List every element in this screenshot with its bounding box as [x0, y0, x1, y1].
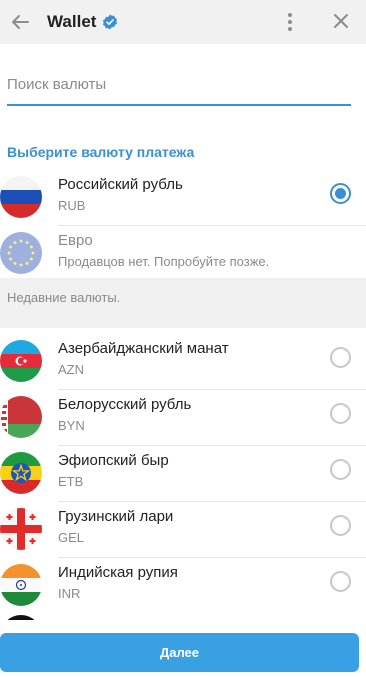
- recent-section-header: Недавние валюты.: [0, 278, 366, 328]
- radio-unselected[interactable]: [330, 571, 351, 592]
- currency-unavailable-note: Продавцов нет. Попробуйте позже.: [58, 254, 270, 269]
- search-field: [7, 72, 351, 106]
- section-title: Выберите валюту платежа: [7, 144, 195, 160]
- search-input[interactable]: [7, 72, 351, 97]
- currency-name: Белорусский рубль: [58, 396, 192, 413]
- radio-unselected[interactable]: [330, 459, 351, 480]
- india-flag-icon: [0, 564, 42, 606]
- currency-code: ETB: [58, 474, 84, 489]
- radio-unselected[interactable]: [330, 403, 351, 424]
- ethiopia-flag-icon: [0, 452, 42, 494]
- title-group: Wallet: [47, 10, 118, 34]
- more-vertical-icon: [288, 13, 292, 31]
- currency-row-byn[interactable]: Белорусский рубль BYN: [0, 390, 366, 446]
- app-header: Wallet: [0, 0, 366, 44]
- currency-name: Евро: [58, 232, 93, 249]
- currency-code: BYN: [58, 418, 85, 433]
- close-button[interactable]: [328, 8, 354, 34]
- azerbaijan-flag-icon: [0, 340, 42, 382]
- currency-name: Азербайджанский манат: [58, 340, 229, 357]
- russia-flag-icon: [0, 176, 42, 218]
- currency-row-rub[interactable]: Российский рубль RUB: [0, 170, 366, 226]
- belarus-flag-icon: [0, 396, 42, 438]
- currency-code: RUB: [58, 198, 86, 213]
- currency-code: GEL: [58, 530, 85, 545]
- currency-row-gel[interactable]: Грузинский лари GEL: [0, 502, 366, 558]
- currency-code: AZN: [58, 362, 84, 377]
- more-menu-button[interactable]: [278, 8, 302, 36]
- verified-badge-icon: [103, 14, 118, 30]
- currency-code: INR: [58, 586, 81, 601]
- back-button[interactable]: [6, 8, 34, 36]
- arrow-left-icon: [12, 15, 29, 29]
- currency-row-eur: Евро Продавцов нет. Попробуйте позже.: [0, 226, 366, 282]
- georgia-flag-icon: [0, 508, 42, 550]
- currency-name: Российский рубль: [58, 176, 183, 193]
- currency-row-etb[interactable]: Эфиопский быр ETB: [0, 446, 366, 502]
- currency-row-azn[interactable]: Азербайджанский манат AZN: [0, 334, 366, 390]
- page-title: Wallet: [47, 12, 97, 31]
- currency-name: Грузинский лари: [58, 508, 174, 525]
- currency-name: Индийская рупия: [58, 564, 178, 581]
- eu-flag-icon: [0, 232, 42, 274]
- currency-row-inr[interactable]: Индийская рупия INR: [0, 558, 366, 614]
- currency-name: Эфиопский быр: [58, 452, 169, 469]
- next-button[interactable]: Далее: [0, 633, 359, 672]
- radio-selected[interactable]: [330, 183, 351, 204]
- close-icon: [334, 14, 348, 28]
- radio-unselected[interactable]: [330, 347, 351, 368]
- radio-unselected[interactable]: [330, 515, 351, 536]
- footer: Далее: [0, 620, 366, 677]
- recent-title: Недавние валюты.: [7, 290, 121, 305]
